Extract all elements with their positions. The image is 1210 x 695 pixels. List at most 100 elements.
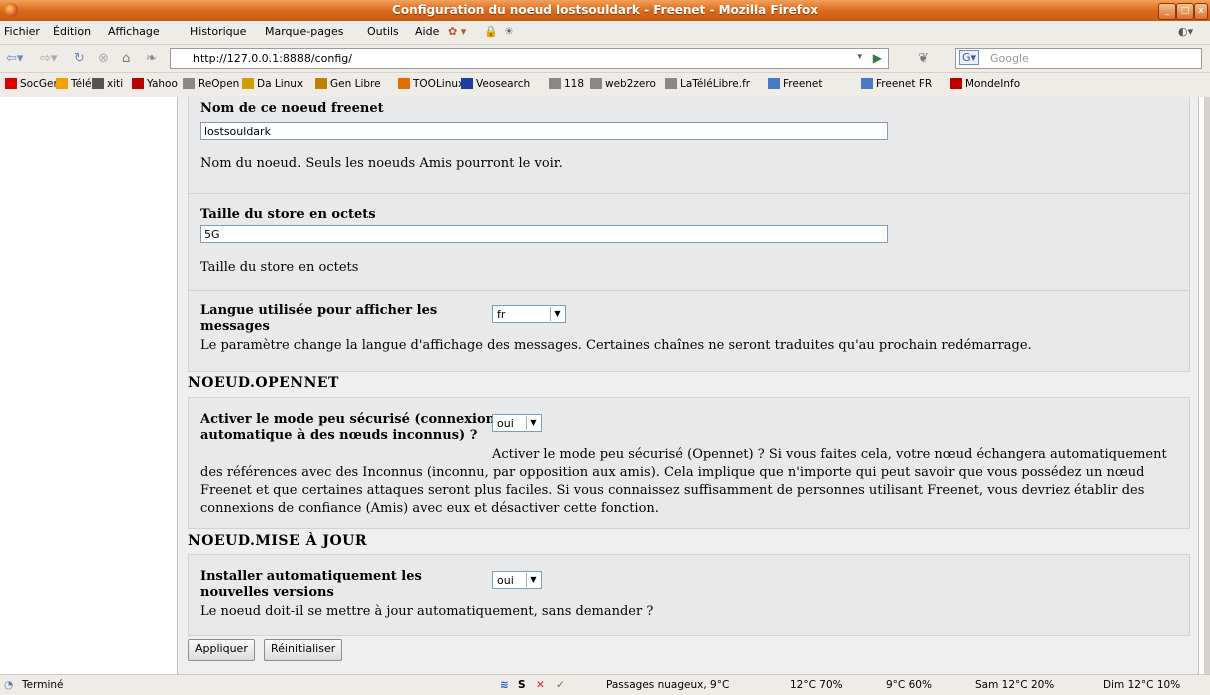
weather-4[interactable]: Dim 12°C 10% — [1103, 679, 1180, 691]
language-select[interactable]: fr ▼ — [492, 305, 566, 323]
google-icon[interactable]: G▾ — [959, 50, 980, 65]
menu-affichage[interactable]: Affichage — [108, 25, 160, 38]
greasemonkey-icon[interactable]: ❦ — [918, 51, 929, 66]
search-placeholder: Google — [990, 52, 1029, 65]
check-icon[interactable]: ✓ — [556, 679, 565, 691]
bookmark-da-linux[interactable]: Da Linux — [242, 78, 303, 90]
status-icon: ◔ — [4, 679, 14, 691]
rss-icon: ❧ — [146, 51, 157, 66]
bookmark-label: Freenet FR — [876, 78, 933, 90]
bookmark-freenet[interactable]: Freenet — [768, 78, 823, 90]
bookmark-label: LaTéléLibre.fr — [680, 78, 751, 90]
store-size-input[interactable]: 5G — [200, 225, 888, 243]
bookmark-gen-libre[interactable]: Gen Libre — [315, 78, 381, 90]
bookmark-yahoo[interactable]: Yahoo — [132, 78, 178, 90]
weather-2[interactable]: 9°C 60% — [886, 679, 932, 691]
opennet-label: Activer le mode peu sécurisé (connexion … — [200, 412, 496, 443]
minimize-icon[interactable]: _ — [1158, 3, 1176, 20]
vertical-scrollbar[interactable] — [1204, 97, 1210, 674]
bookmark-icon — [242, 78, 254, 89]
url-dropdown-icon[interactable]: ▾ — [857, 52, 862, 62]
store-size-option: Taille du store en octets 5G Taille du s… — [188, 193, 1190, 292]
opennet-option: Activer le mode peu sécurisé (connexion … — [188, 397, 1190, 529]
go-icon[interactable]: ▶ — [873, 51, 882, 65]
bookmark-label: ReOpen — [198, 78, 240, 90]
menu-marque-pages[interactable]: Marque-pages — [265, 25, 343, 38]
chevron-down-icon: ▼ — [550, 307, 564, 321]
auto-update-select-value: oui — [497, 574, 514, 587]
chevron-down-icon: ▼ — [526, 573, 540, 587]
bookmark-icon — [461, 78, 473, 89]
update-heading: NOEUD.MISE À JOUR — [188, 533, 367, 549]
bookmark-label: TOOLinux — [413, 78, 465, 90]
bookmark-label: Freenet — [783, 78, 823, 90]
bookmark-icon — [5, 78, 17, 89]
reset-button[interactable]: Réinitialiser — [264, 639, 343, 661]
addon-icon[interactable]: ✿ ▾ — [448, 25, 466, 38]
close-icon[interactable]: x — [1194, 3, 1208, 20]
s-icon[interactable]: S — [518, 679, 526, 691]
store-size-label: Taille du store en octets — [200, 207, 376, 222]
bookmark-t-l-[interactable]: Télé — [56, 78, 91, 90]
stumble-icon[interactable]: ≋ — [500, 679, 509, 691]
bookmark-icon — [549, 78, 561, 89]
opennet-select-value: oui — [497, 417, 514, 430]
bookmark-icon — [768, 78, 780, 89]
title-bar: Configuration du noeud lostsouldark - Fr… — [0, 0, 1210, 21]
menu-bar: Fichier Édition Affichage Historique Mar… — [0, 21, 1210, 45]
node-name-input[interactable]: lostsouldark — [200, 122, 888, 140]
menu-outils[interactable]: Outils — [367, 25, 399, 38]
bookmark-web2zero[interactable]: web2zero — [590, 78, 656, 90]
block-icon[interactable]: ✕ — [536, 679, 545, 691]
stop-icon[interactable]: ⊗ — [98, 51, 109, 66]
reload-icon[interactable]: ↻ — [74, 51, 85, 66]
search-input[interactable]: G▾ Google — [955, 48, 1202, 69]
bookmark-118[interactable]: 118 — [549, 78, 584, 90]
config-page: Nom de ce noeud freenet lostsouldark Nom… — [177, 97, 1199, 674]
auto-update-desc: Le noeud doit-il se mettre à jour automa… — [200, 604, 654, 619]
page-content: Nom de ce noeud freenet lostsouldark Nom… — [0, 97, 1204, 674]
forward-icon[interactable]: ⇨▾ — [40, 51, 57, 66]
bookmark-toolinux[interactable]: TOOLinux — [398, 78, 464, 90]
bookmark-freenet-fr[interactable]: Freenet FR — [861, 78, 932, 90]
chevron-down-icon: ▼ — [526, 416, 540, 430]
bookmark-label: 118 — [564, 78, 585, 90]
extension-icon[interactable]: ☀ — [504, 25, 514, 38]
bookmark-icon — [950, 78, 962, 89]
bookmark-label: Yahoo — [147, 78, 178, 90]
menu-fichier[interactable]: Fichier — [4, 25, 40, 38]
apply-button[interactable]: Appliquer — [188, 639, 255, 661]
menu-edition[interactable]: Édition — [53, 25, 91, 38]
bookmark-veosearch[interactable]: Veosearch — [461, 78, 530, 90]
bookmark-label: xiti — [107, 78, 124, 90]
opennet-select[interactable]: oui ▼ — [492, 414, 542, 432]
weather-now[interactable]: Passages nuageux, 9°C — [606, 679, 729, 691]
auto-update-select[interactable]: oui ▼ — [492, 571, 542, 589]
weather-3[interactable]: Sam 12°C 20% — [975, 679, 1054, 691]
maximize-icon[interactable]: □ — [1176, 3, 1194, 20]
bookmark-icon — [132, 78, 144, 89]
bookmark-socgen[interactable]: SocGen — [5, 78, 60, 90]
bookmark-reopen[interactable]: ReOpen — [183, 78, 239, 90]
url-input[interactable]: http://127.0.0.1:8888/config/ ▾ ▶ — [170, 48, 889, 69]
opennet-desc: Activer le mode peu sécurisé (Opennet) ?… — [200, 447, 1167, 516]
navigation-toolbar: ⇦▾ ⇨▾ ↻ ⊗ ⌂ ❧ http://127.0.0.1:8888/conf… — [0, 45, 1210, 73]
lock-icon[interactable]: 🔒 — [484, 25, 498, 38]
language-label: Langue utilisée pour afficher les messag… — [200, 303, 438, 334]
node-name-option: Nom de ce noeud freenet lostsouldark Nom… — [188, 97, 1190, 195]
bookmark-icon — [398, 78, 410, 89]
bookmark-icon — [183, 78, 195, 89]
home-icon[interactable]: ⌂ — [122, 51, 130, 66]
bookmark-icon — [92, 78, 104, 89]
weather-1[interactable]: 12°C 70% — [790, 679, 843, 691]
bookmark-lat-l-libre-fr[interactable]: LaTéléLibre.fr — [665, 78, 750, 90]
back-icon[interactable]: ⇦▾ — [6, 51, 23, 66]
menu-aide[interactable]: Aide — [415, 25, 439, 38]
bookmark-icon — [665, 78, 677, 89]
bookmark-mondeinfo[interactable]: MondeInfo — [950, 78, 1020, 90]
bookmark-label: Gen Libre — [330, 78, 381, 90]
bookmark-xiti[interactable]: xiti — [92, 78, 123, 90]
node-name-label: Nom de ce noeud freenet — [200, 101, 384, 116]
menu-historique[interactable]: Historique — [190, 25, 246, 38]
node-name-desc: Nom du noeud. Seuls les noeuds Amis pour… — [200, 156, 563, 171]
